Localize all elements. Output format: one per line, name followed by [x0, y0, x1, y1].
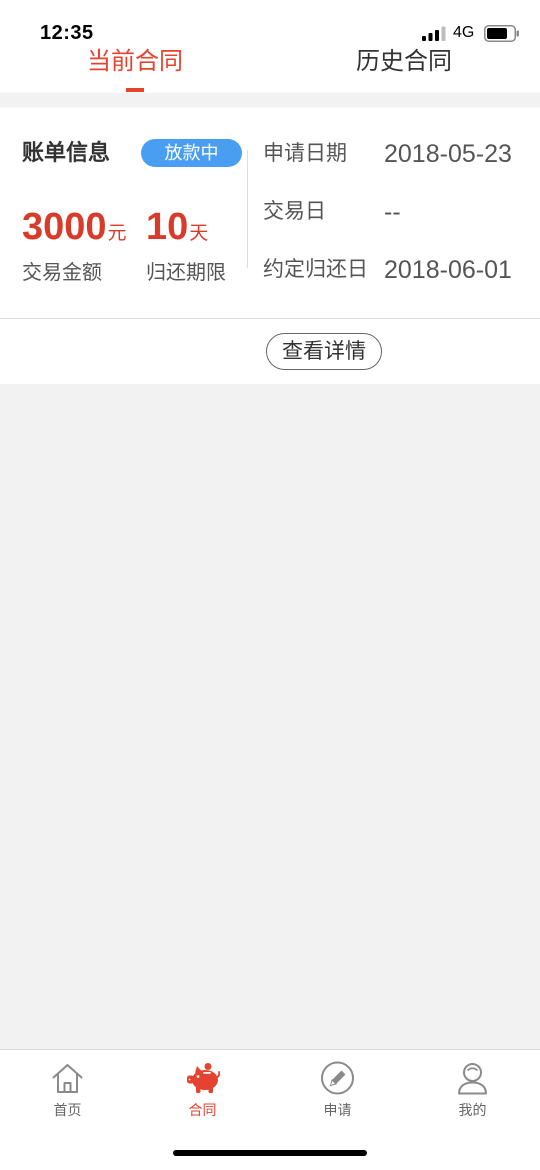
status-badge: 放款中: [141, 139, 242, 167]
apply-date-label: 申请日期: [263, 142, 347, 165]
top-header: 12:35 4G 当前合同 历史合同: [0, 0, 540, 93]
tab-history-contract[interactable]: 历史合同: [324, 44, 484, 80]
bill-title: 账单信息: [22, 140, 111, 165]
home-indicator: [173, 1150, 367, 1156]
active-tab-indicator: [126, 88, 144, 92]
user-icon: [458, 1063, 487, 1095]
battery-icon: [484, 25, 519, 42]
vertical-divider: [247, 150, 248, 268]
apply-date-value: 2018-05-23: [384, 140, 512, 168]
detail-button-section: 查看详情: [0, 319, 540, 384]
trade-date-value: --: [384, 198, 401, 226]
amount-unit: 元: [107, 223, 127, 244]
network-type: 4G: [453, 24, 475, 41]
pencil-circle-icon: [321, 1061, 354, 1095]
nav-item-contract[interactable]: 合同: [135, 1050, 270, 1126]
piggy-bank-icon: [187, 1063, 220, 1093]
term-label: 归还期限: [146, 262, 226, 284]
home-icon: [52, 1064, 83, 1093]
nav-item-mine[interactable]: 我的: [405, 1050, 540, 1126]
amount-label: 交易金额: [22, 262, 102, 284]
due-date-label: 约定归还日: [263, 258, 368, 281]
signal-icon: [422, 26, 446, 41]
term-number: 10: [146, 206, 189, 248]
nav-item-apply[interactable]: 申请: [270, 1050, 405, 1126]
tab-current-contract[interactable]: 当前合同: [55, 44, 215, 80]
term-value: 10天: [146, 205, 208, 257]
nav-label-apply: 申请: [323, 1102, 352, 1118]
nav-item-home[interactable]: 首页: [0, 1050, 135, 1126]
view-details-button[interactable]: 查看详情: [266, 333, 382, 370]
due-date-value: 2018-06-01: [384, 256, 512, 284]
nav-label-mine: 我的: [458, 1102, 487, 1118]
bill-card: 账单信息 放款中 3000元 10天 交易金额 归还期限 申请日期 2018-0…: [0, 107, 540, 319]
nav-label-home: 首页: [53, 1102, 82, 1118]
status-time: 12:35: [40, 22, 94, 44]
trade-date-label: 交易日: [263, 200, 326, 223]
nav-label-contract: 合同: [188, 1102, 217, 1118]
amount-value: 3000元: [22, 205, 127, 257]
term-unit: 天: [189, 223, 209, 244]
amount-number: 3000: [22, 206, 107, 248]
